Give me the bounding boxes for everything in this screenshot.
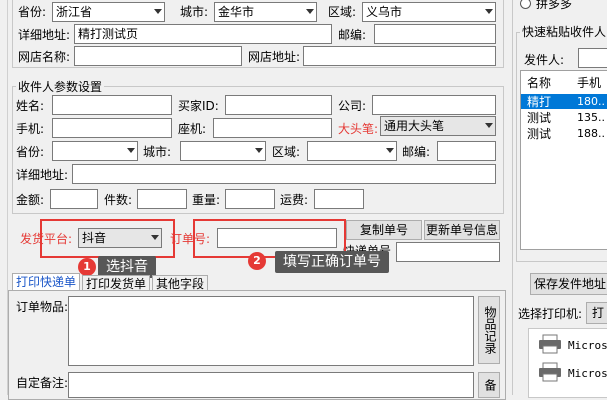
- printer-name[interactable]: Microso: [568, 367, 607, 381]
- items-label: 订单物品:: [16, 300, 69, 314]
- pdd-radio-label: 拼多多: [536, 0, 573, 11]
- table-header-phone: 手机: [577, 76, 602, 90]
- sender-address-label: 详细地址:: [18, 28, 71, 42]
- sender-picker-label: 发件人:: [524, 53, 565, 67]
- sender-address-input[interactable]: 精打测试页: [74, 24, 332, 44]
- receiver-city-label: 城市:: [143, 145, 172, 159]
- weight-input[interactable]: [225, 189, 275, 209]
- receiver-phone-input[interactable]: [52, 118, 172, 138]
- sender-province-select[interactable]: 浙江省: [52, 2, 165, 22]
- save-sender-address-button[interactable]: 保存发件地址: [530, 273, 607, 295]
- landline-label: 座机:: [178, 122, 207, 136]
- table-row-phone: 180..: [577, 95, 605, 108]
- freight-label: 运费:: [280, 193, 309, 207]
- pieces-input[interactable]: [137, 189, 187, 209]
- sender-province-value: 浙江省: [56, 5, 93, 19]
- amount-label: 金额:: [16, 193, 45, 207]
- receiver-legend: 收件人参数设置: [16, 80, 105, 94]
- shop-name-input[interactable]: [74, 46, 242, 66]
- items-textarea[interactable]: [68, 296, 474, 366]
- chevron-down-icon: [386, 148, 394, 153]
- remark-button[interactable]: 备: [478, 372, 500, 398]
- freight-input[interactable]: [314, 189, 364, 209]
- receiver-postcode-label: 邮编:: [402, 145, 431, 159]
- printer-icon: [538, 362, 562, 382]
- sender-address-value: 精打测试页: [78, 27, 139, 41]
- table-row-phone[interactable]: 188..: [577, 127, 605, 141]
- landline-input[interactable]: [213, 118, 332, 138]
- sender-district-label: 区域:: [328, 5, 357, 19]
- table-row-name[interactable]: 测试: [527, 127, 551, 141]
- company-input[interactable]: [372, 95, 496, 115]
- update-order-info-button[interactable]: 更新单号信息: [424, 220, 500, 240]
- tab-print-invoice[interactable]: 打印发货单: [82, 275, 151, 291]
- platform-highlight-box: [40, 219, 175, 258]
- printer-name[interactable]: Microso: [568, 339, 607, 353]
- table-row-phone[interactable]: 135..: [577, 111, 605, 125]
- step-2-marker: 2: [248, 252, 266, 270]
- receiver-phone-label: 手机:: [16, 122, 45, 136]
- buyer-id-label: 买家ID:: [178, 99, 219, 113]
- sender-city-label: 城市:: [180, 5, 209, 19]
- receiver-address-label: 详细地址:: [16, 168, 69, 182]
- chevron-down-icon: [255, 148, 263, 153]
- receiver-postcode-input[interactable]: [437, 141, 496, 161]
- chevron-down-icon: [485, 9, 493, 14]
- chevron-down-icon: [306, 9, 314, 14]
- company-label: 公司:: [338, 99, 367, 113]
- copy-order-no-button[interactable]: 复制单号: [346, 220, 422, 240]
- quick-paste-title: 快速粘贴收件人: [520, 25, 607, 39]
- chevron-down-icon: [154, 9, 162, 14]
- table-row-name[interactable]: 测试: [527, 111, 551, 125]
- pieces-label: 件数:: [104, 193, 133, 207]
- amount-input[interactable]: [50, 189, 98, 209]
- table-header-name: 名称: [527, 76, 552, 90]
- sender-city-select[interactable]: 金华市: [214, 2, 317, 22]
- bigpen-label: 大头笔:: [338, 122, 379, 136]
- sender-province-label: 省份:: [18, 5, 47, 19]
- printer-select-label: 选择打印机:: [518, 307, 583, 321]
- weight-label: 重量:: [192, 193, 221, 207]
- shop-name-label: 网店名称:: [18, 50, 71, 64]
- bigpen-value: 通用大头笔: [384, 119, 445, 133]
- printer-icon: [538, 334, 562, 354]
- sender-picker-input[interactable]: [578, 48, 607, 68]
- bigpen-select[interactable]: 通用大头笔: [380, 116, 496, 136]
- printer-action-button[interactable]: 打: [586, 302, 607, 324]
- step-2-callout: 填写正确订单号: [275, 251, 389, 273]
- sender-postcode-input[interactable]: [374, 24, 496, 44]
- chevron-down-icon: [485, 123, 493, 128]
- sender-district-select[interactable]: 义乌市: [362, 2, 496, 22]
- shop-url-label: 网店地址:: [248, 50, 301, 64]
- shop-url-input[interactable]: [303, 46, 496, 66]
- remark-label: 自定备注:: [16, 376, 69, 390]
- express-no-input[interactable]: [396, 242, 500, 262]
- receiver-name-input[interactable]: [52, 95, 172, 115]
- sender-district-value: 义乌市: [366, 5, 403, 19]
- step-1-marker: 1: [78, 258, 96, 276]
- buyer-id-input[interactable]: [225, 95, 332, 115]
- receiver-province-select[interactable]: [52, 141, 138, 161]
- remark-textarea[interactable]: [68, 372, 474, 398]
- receiver-district-label: 区域:: [272, 145, 301, 159]
- table-row-name: 精打: [527, 95, 552, 109]
- receiver-address-input[interactable]: [72, 164, 496, 184]
- sender-postcode-label: 邮编:: [338, 28, 367, 42]
- tab-print-express[interactable]: 打印快递单: [12, 273, 81, 291]
- sender-city-value: 金华市: [218, 5, 255, 19]
- receiver-province-label: 省份:: [16, 145, 45, 159]
- receiver-name-label: 姓名:: [16, 99, 45, 113]
- left-edge-strip: [0, 0, 8, 395]
- tab-other-fields[interactable]: 其他字段: [152, 275, 209, 291]
- items-record-button[interactable]: 物品记录: [478, 296, 500, 364]
- receiver-city-select[interactable]: [180, 141, 266, 161]
- chevron-down-icon: [127, 148, 135, 153]
- receiver-district-select[interactable]: [307, 141, 397, 161]
